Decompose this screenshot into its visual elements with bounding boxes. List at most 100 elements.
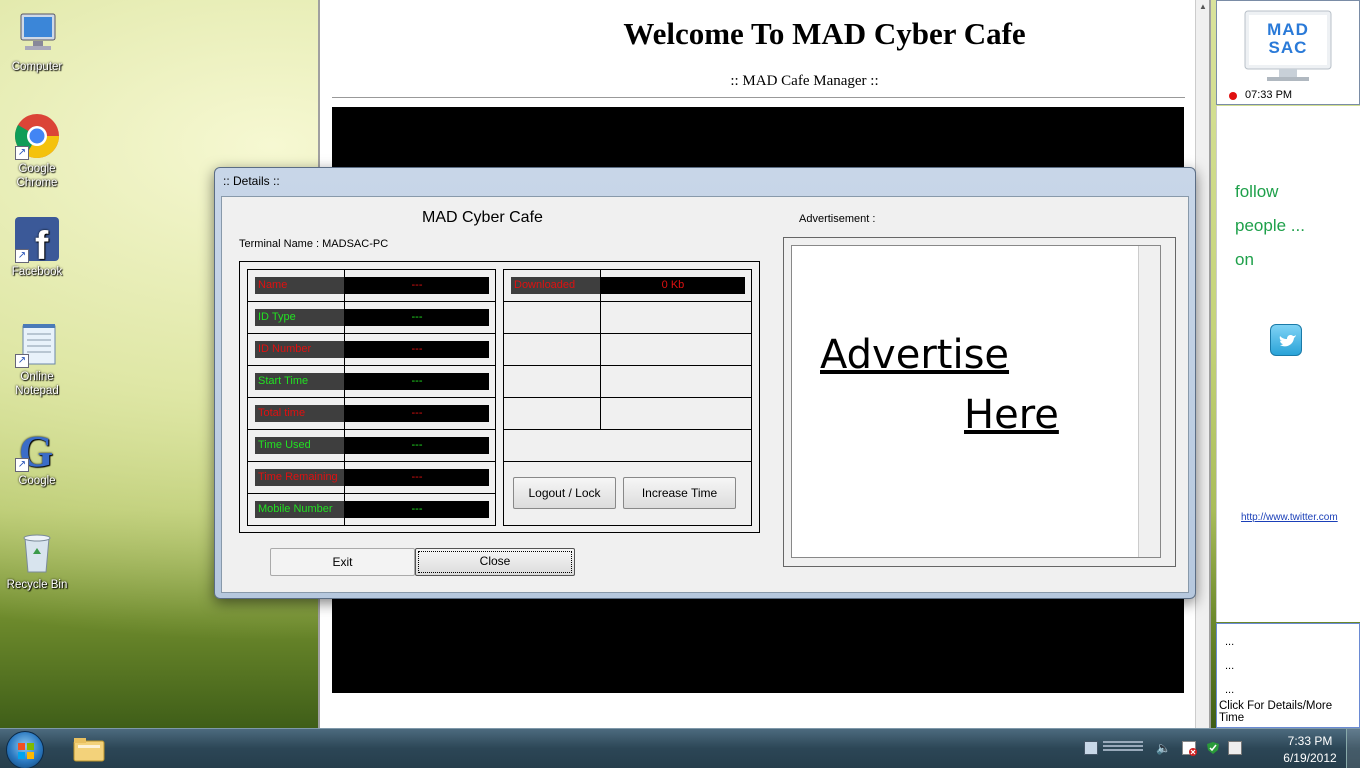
increase-time-button[interactable]: Increase Time xyxy=(623,477,736,509)
info-row-time-used: Time Used --- xyxy=(248,430,495,462)
shortcut-arrow-icon: ↗ xyxy=(15,249,29,263)
stats-row-downloaded: Downloaded 0 Kb xyxy=(504,270,751,302)
follow-line-3: on xyxy=(1235,250,1254,269)
google-icon: G ↗ xyxy=(13,424,61,476)
madsac-logo: MAD SAC xyxy=(1241,9,1337,89)
logo-text: MAD SAC xyxy=(1267,20,1309,57)
network-tray-icon[interactable] xyxy=(1084,741,1098,755)
stats-row-empty xyxy=(504,366,751,398)
security-shield-icon[interactable] xyxy=(1206,741,1220,755)
page-subtitle: :: MAD Cafe Manager :: xyxy=(730,73,879,89)
close-button[interactable]: Close xyxy=(415,548,575,576)
desktop-icon-label: Online Notepad xyxy=(15,371,59,397)
desktop-icon-recycle-bin[interactable]: Recycle Bin xyxy=(0,528,74,592)
info-label: Start Time xyxy=(255,373,344,390)
advertisement-content: Advertise Here xyxy=(791,245,1161,558)
stats-row-empty xyxy=(504,302,751,334)
info-label: ID Type xyxy=(255,309,344,326)
details-more-time-link[interactable]: Click For Details/More Time xyxy=(1219,700,1359,724)
desktop-icon-label: Computer xyxy=(11,61,63,73)
status-dot-icon xyxy=(1229,92,1237,100)
shortcut-arrow-icon: ↗ xyxy=(15,354,29,368)
folder-icon xyxy=(73,738,105,762)
dialog-body: MAD Cyber Cafe Terminal Name : MADSAC-PC… xyxy=(221,196,1189,593)
desktop-icon-facebook[interactable]: f ↗ Facebook xyxy=(0,215,74,279)
desktop-icon-label: Google Chrome xyxy=(16,163,58,189)
info-row-total-time: Total time --- xyxy=(248,398,495,430)
exit-button[interactable]: Exit xyxy=(270,548,415,576)
session-info-table: Name --- ID Type --- ID Number --- Start… xyxy=(247,269,496,526)
info-label: Total time xyxy=(255,405,344,422)
action-center-icon[interactable] xyxy=(1182,741,1197,756)
desktop-icon-computer[interactable]: Computer xyxy=(0,10,74,74)
desktop-icon-label: Facebook xyxy=(11,266,63,278)
logout-lock-button[interactable]: Logout / Lock xyxy=(513,477,616,509)
notepad-icon: ↗ xyxy=(13,320,61,368)
info-value: --- xyxy=(345,373,489,390)
stats-row-empty xyxy=(504,398,751,430)
info-label: ID Number xyxy=(255,341,344,358)
usage-stats-table: Downloaded 0 Kb Logout / Lock Increase T… xyxy=(503,269,752,526)
info-value: --- xyxy=(345,405,489,422)
show-desktop-button[interactable] xyxy=(1346,729,1360,768)
follow-panel: follow people ... on http://www.twitter.… xyxy=(1216,106,1360,622)
info-row-name: Name --- xyxy=(248,270,495,302)
advertisement-frame: Advertise Here xyxy=(783,237,1176,567)
scroll-up-icon[interactable]: ▲ xyxy=(1196,0,1210,14)
cafe-name: MAD Cyber Cafe xyxy=(422,209,543,226)
info-label: Name xyxy=(255,277,344,294)
info-value: --- xyxy=(345,277,489,294)
desktop-icon-google[interactable]: G ↗ Google xyxy=(0,424,74,488)
taskbar-clock-date[interactable]: 6/19/2012 xyxy=(1280,751,1340,765)
info-row-start-time: Start Time --- xyxy=(248,366,495,398)
shortcut-arrow-icon: ↗ xyxy=(15,458,29,472)
terminal-name: Terminal Name : MADSAC-PC xyxy=(239,238,389,250)
computer-icon xyxy=(13,10,61,58)
ad-line-2: Here xyxy=(964,392,1059,438)
info-value: --- xyxy=(345,309,489,326)
stats-row-empty xyxy=(504,430,751,462)
tray-notification-icon[interactable] xyxy=(1103,741,1143,753)
facebook-icon: f ↗ xyxy=(13,215,61,268)
info-value: --- xyxy=(345,501,489,518)
main-scrollbar[interactable]: ▲ xyxy=(1195,0,1209,728)
status-time: 07:33 PM xyxy=(1245,89,1293,101)
summary-line-3: ... xyxy=(1225,684,1235,696)
file-explorer-taskbar-button[interactable] xyxy=(66,731,112,767)
downloaded-value: 0 Kb xyxy=(601,277,745,294)
start-button[interactable] xyxy=(6,731,44,768)
info-row-id-type: ID Type --- xyxy=(248,302,495,334)
desktop-icon-label: Google xyxy=(18,475,56,487)
page-title: Welcome To MAD Cyber Cafe xyxy=(623,16,1026,51)
info-row-time-remaining: Time Remaining --- xyxy=(248,462,495,494)
summary-line-2: ... xyxy=(1225,660,1235,672)
info-value: --- xyxy=(345,437,489,454)
volume-icon[interactable]: 🔈 xyxy=(1156,741,1171,755)
downloaded-label: Downloaded xyxy=(511,277,600,294)
info-value: --- xyxy=(345,469,489,486)
desktop-icon-label: Recycle Bin xyxy=(6,579,68,591)
ad-scrollbar[interactable] xyxy=(1138,246,1160,557)
info-label: Time Used xyxy=(255,437,344,454)
follow-line-1: follow xyxy=(1235,182,1279,201)
dialog-title: :: Details :: xyxy=(223,174,280,188)
session-summary-panel[interactable]: ... ... ... Click For Details/More Time xyxy=(1216,623,1360,728)
twitter-link[interactable]: http://www.twitter.com xyxy=(1241,512,1338,523)
taskbar: 🔈 7:33 PM 6/19/2012 xyxy=(0,728,1360,768)
battery-tray-icon[interactable] xyxy=(1228,741,1242,755)
ad-line-1: Advertise xyxy=(820,332,1010,378)
info-label: Mobile Number xyxy=(255,501,344,518)
session-info-group: Name --- ID Type --- ID Number --- Start… xyxy=(239,261,760,533)
info-value: --- xyxy=(345,341,489,358)
desktop-icon-chrome[interactable]: ↗ Google Chrome xyxy=(0,112,74,190)
recycle-bin-icon xyxy=(13,528,61,576)
status-panel[interactable]: MAD SAC 07:33 PM xyxy=(1216,0,1360,105)
follow-line-2: people ... xyxy=(1235,216,1305,235)
chrome-icon: ↗ xyxy=(13,112,61,160)
taskbar-clock-time[interactable]: 7:33 PM xyxy=(1280,734,1340,748)
summary-line-1: ... xyxy=(1225,636,1235,648)
twitter-icon[interactable] xyxy=(1270,324,1302,356)
shortcut-arrow-icon: ↗ xyxy=(15,146,29,160)
desktop-icon-notepad[interactable]: ↗ Online Notepad xyxy=(0,320,74,398)
advertisement-label: Advertisement : xyxy=(799,213,876,225)
